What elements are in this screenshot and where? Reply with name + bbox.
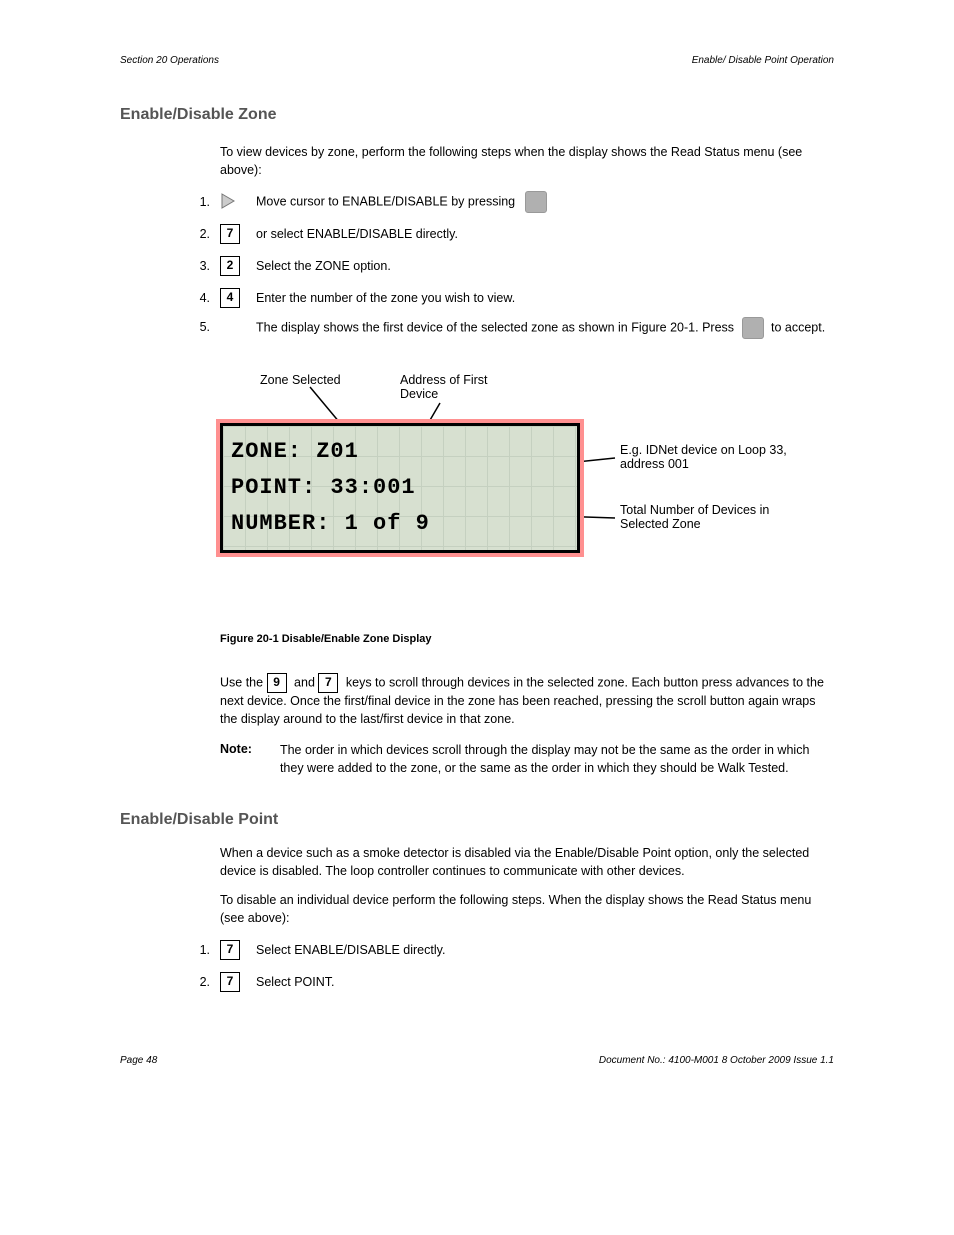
- step-4: 4. 4 Enter the number of the zone you wi…: [120, 285, 834, 311]
- section-heading-enable-disable-point: Enable/Disable Point: [120, 811, 834, 829]
- annotation-idnet-example: E.g. IDNet device on Loop 33, address 00…: [620, 443, 787, 471]
- step-text: Select POINT.: [256, 975, 834, 989]
- key-7-icon: 7: [220, 972, 240, 992]
- footer-page-number: Page 48: [120, 1055, 157, 1066]
- note-body: The order in which devices scroll throug…: [280, 742, 834, 777]
- button-icon: [525, 191, 547, 213]
- footer-doc-info: Document No.: 4100-M001 8 October 2009 I…: [599, 1055, 834, 1066]
- step-5: 5. The display shows the first device of…: [120, 317, 834, 343]
- key-4-icon: 4: [220, 288, 240, 308]
- lcd-diagram: Zone Selected Address of First Device E.…: [220, 373, 834, 613]
- section2-step-2: 2. 7 Select POINT.: [120, 969, 834, 995]
- note-label: Note:: [220, 742, 252, 777]
- step-text: Enter the number of the zone you wish to…: [256, 291, 834, 305]
- lcd-line-point: POINT: 33:001: [231, 470, 569, 506]
- figure-caption: Figure 20-1 Disable/Enable Zone Display: [220, 633, 834, 645]
- section2-para2: To disable an individual device perform …: [220, 892, 834, 927]
- page-header: Section 20 Operations Enable/ Disable Po…: [120, 55, 834, 66]
- step-number: 2.: [120, 227, 220, 241]
- annotation-total-devices: Total Number of Devices in Selected Zone: [620, 503, 769, 531]
- page-footer: Page 48 Document No.: 4100-M001 8 Octobe…: [120, 1055, 834, 1066]
- step-1: 1. Move cursor to ENABLE/DISABLE by pres…: [120, 189, 834, 215]
- key-2-icon: 2: [220, 256, 240, 276]
- triangle-right-icon: [220, 192, 236, 213]
- step-number: 5.: [120, 317, 220, 334]
- lcd-line-zone: ZONE: Z01: [231, 434, 569, 470]
- step-number: 1.: [120, 943, 220, 957]
- section2-step-1: 1. 7 Select ENABLE/DISABLE directly.: [120, 937, 834, 963]
- note-block: Note: The order in which devices scroll …: [220, 742, 834, 777]
- step-2: 2. 7 or select ENABLE/DISABLE directly.: [120, 221, 834, 247]
- step-text: The display shows the first device of th…: [256, 317, 834, 339]
- step-text: Select the ZONE option.: [256, 259, 834, 273]
- section-heading-enable-disable-zone: Enable/Disable Zone: [120, 106, 834, 124]
- step-text: Move cursor to ENABLE/DISABLE by pressin…: [256, 191, 834, 213]
- header-right: Enable/ Disable Point Operation: [692, 55, 834, 66]
- step-text: or select ENABLE/DISABLE directly.: [256, 227, 834, 241]
- lcd-line-number: NUMBER: 1 of 9: [231, 506, 569, 542]
- section2-intro: When a device such as a smoke detector i…: [220, 845, 834, 880]
- annotation-address-first-device: Address of First Device: [400, 373, 488, 401]
- step-number: 1.: [120, 195, 220, 209]
- key-7-icon: 7: [220, 940, 240, 960]
- step-3: 3. 2 Select the ZONE option.: [120, 253, 834, 279]
- intro-paragraph: To view devices by zone, perform the fol…: [220, 144, 834, 179]
- annotation-zone-selected: Zone Selected: [260, 373, 341, 387]
- scroll-keys-paragraph: Use the 9 and 7 keys to scroll through d…: [220, 673, 834, 728]
- key-7-icon: 7: [318, 673, 338, 693]
- key-7-icon: 7: [220, 224, 240, 244]
- step-number: 3.: [120, 259, 220, 273]
- step-text: Select ENABLE/DISABLE directly.: [256, 943, 834, 957]
- key-9-icon: 9: [267, 673, 287, 693]
- button-icon: [742, 317, 764, 339]
- step-number: 4.: [120, 291, 220, 305]
- header-left: Section 20 Operations: [120, 55, 219, 66]
- lcd-screen: ZONE: Z01 POINT: 33:001 NUMBER: 1 of 9: [220, 423, 580, 553]
- step-number: 2.: [120, 975, 220, 989]
